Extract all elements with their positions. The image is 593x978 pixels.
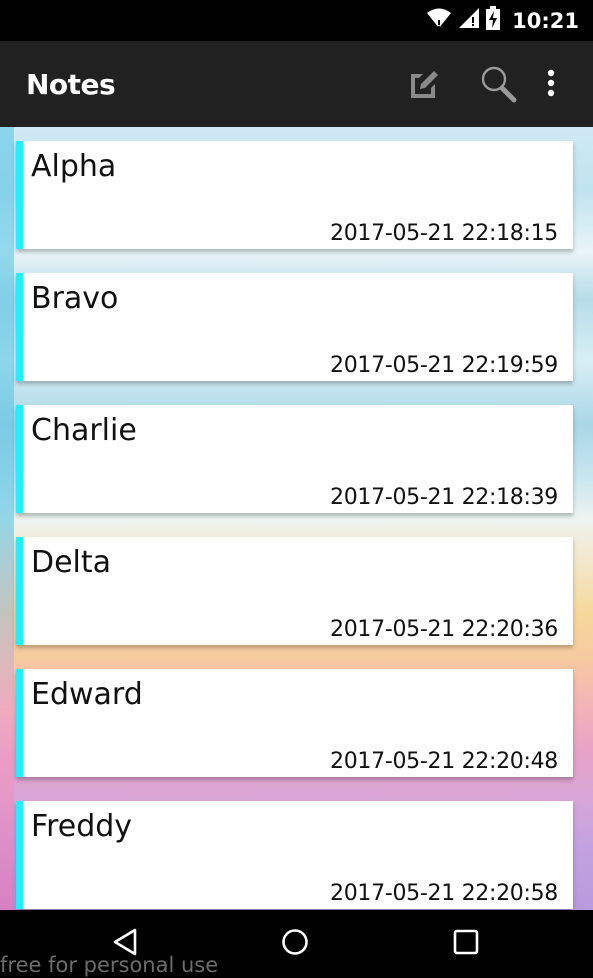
- note-item[interactable]: Freddy 2017-05-21 22:20:58: [16, 801, 573, 909]
- edit-note-button[interactable]: [399, 61, 447, 109]
- note-title: Charlie: [31, 413, 137, 448]
- note-accent-bar: [16, 801, 23, 909]
- recents-icon: [453, 929, 479, 960]
- wifi-icon: [426, 7, 452, 34]
- note-timestamp: 2017-05-21 22:18:39: [330, 485, 558, 510]
- note-item[interactable]: Charlie 2017-05-21 22:18:39: [16, 405, 573, 513]
- note-title: Bravo: [31, 281, 119, 316]
- note-accent-bar: [16, 537, 23, 645]
- note-timestamp: 2017-05-21 22:19:59: [330, 353, 558, 378]
- status-icons: 10:21: [426, 0, 579, 41]
- home-button[interactable]: [271, 924, 319, 964]
- note-title: Edward: [31, 677, 143, 712]
- overflow-menu-icon: [547, 69, 555, 102]
- note-item[interactable]: Delta 2017-05-21 22:20:36: [16, 537, 573, 645]
- overflow-menu-button[interactable]: [527, 61, 575, 109]
- note-timestamp: 2017-05-21 22:20:36: [330, 617, 558, 642]
- app-title: Notes: [26, 68, 116, 101]
- recents-button[interactable]: [442, 924, 490, 964]
- note-timestamp: 2017-05-21 22:20:48: [330, 749, 558, 774]
- home-icon: [281, 928, 309, 961]
- status-time: 10:21: [512, 8, 579, 33]
- note-timestamp: 2017-05-21 22:20:58: [330, 881, 558, 906]
- edit-note-icon: [407, 68, 439, 103]
- note-accent-bar: [16, 669, 23, 777]
- search-icon: [478, 63, 518, 108]
- note-item[interactable]: Edward 2017-05-21 22:20:48: [16, 669, 573, 777]
- note-title: Delta: [31, 545, 112, 580]
- search-button[interactable]: [474, 61, 522, 109]
- app-bar: Notes: [0, 41, 593, 127]
- battery-charging-icon: [486, 6, 501, 35]
- note-accent-bar: [16, 405, 23, 513]
- note-timestamp: 2017-05-21 22:18:15: [330, 221, 558, 246]
- notes-list[interactable]: Alpha 2017-05-21 22:18:15 Bravo 2017-05-…: [0, 127, 593, 910]
- note-title: Freddy: [31, 809, 133, 844]
- status-bar: 10:21: [0, 0, 593, 41]
- watermark-text: free for personal use: [0, 953, 219, 977]
- note-title: Alpha: [31, 149, 117, 184]
- note-item[interactable]: Bravo 2017-05-21 22:19:59: [16, 273, 573, 381]
- note-item[interactable]: Alpha 2017-05-21 22:18:15: [16, 141, 573, 249]
- signal-icon: [458, 7, 480, 34]
- note-accent-bar: [16, 141, 23, 249]
- note-accent-bar: [16, 273, 23, 381]
